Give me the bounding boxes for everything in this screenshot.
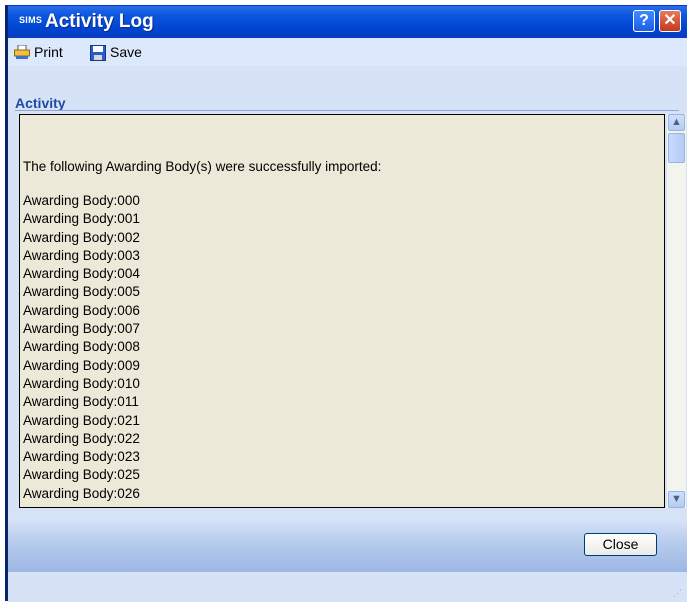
print-button[interactable]: Print: [14, 43, 63, 61]
close-icon: ✕: [663, 12, 677, 29]
help-icon: ?: [639, 12, 649, 29]
scrollbar-thumb[interactable]: [668, 133, 685, 163]
log-entry: Awarding Body:004: [23, 266, 140, 282]
chevron-up-icon[interactable]: ▲: [668, 114, 685, 131]
help-button[interactable]: ?: [633, 10, 655, 32]
print-label: Print: [34, 44, 63, 60]
log-entry: Awarding Body:011: [23, 394, 139, 410]
window-title: Activity Log: [45, 11, 154, 32]
log-heading: The following Awarding Body(s) were succ…: [23, 159, 382, 174]
log-entry: Awarding Body:008: [23, 339, 140, 355]
resize-grip-icon[interactable]: ⋰: [673, 588, 683, 598]
log-entry: Awarding Body:003: [23, 247, 140, 263]
floppy-disk-icon: [90, 45, 106, 61]
activity-section-title: Activity: [15, 95, 66, 111]
vertical-scrollbar[interactable]: ▲ ▼: [667, 114, 686, 508]
log-entry: Awarding Body:025: [23, 467, 140, 483]
toolbar: Print Save: [8, 38, 687, 66]
title-bar[interactable]: SIMS Activity Log ? ✕: [8, 6, 687, 38]
log-entry: Awarding Body:000: [23, 193, 140, 208]
log-entry: Awarding Body:001: [23, 211, 140, 227]
activity-log-window: SIMS Activity Log ? ✕ Print Save Activit…: [5, 5, 687, 602]
save-label: Save: [110, 44, 142, 60]
activity-log-text[interactable]: The following Awarding Body(s) were succ…: [19, 114, 665, 508]
log-entry: Awarding Body:023: [23, 449, 140, 465]
log-entry: Awarding Body:022: [23, 430, 140, 446]
printer-icon: [14, 44, 30, 59]
log-entry: Awarding Body:002: [23, 229, 140, 245]
app-badge: SIMS: [19, 15, 43, 25]
log-entry: Awarding Body:005: [23, 284, 140, 300]
save-button[interactable]: Save: [90, 43, 142, 61]
window-close-button[interactable]: ✕: [659, 10, 681, 32]
chevron-down-icon[interactable]: ▼: [668, 491, 685, 508]
log-entry: Awarding Body:026: [23, 485, 140, 501]
section-divider: [15, 110, 679, 111]
close-button[interactable]: Close: [584, 533, 657, 556]
status-bar: ⋰: [8, 572, 687, 602]
log-entry: Awarding Body:006: [23, 302, 140, 318]
log-entries: Awarding Body:000 Awarding Body:001 Awar…: [23, 192, 140, 503]
log-entry: Awarding Body:021: [23, 412, 140, 428]
log-entry: Awarding Body:010: [23, 375, 140, 391]
log-entry: Awarding Body:007: [23, 321, 140, 337]
log-entry: Awarding Body:009: [23, 357, 140, 373]
